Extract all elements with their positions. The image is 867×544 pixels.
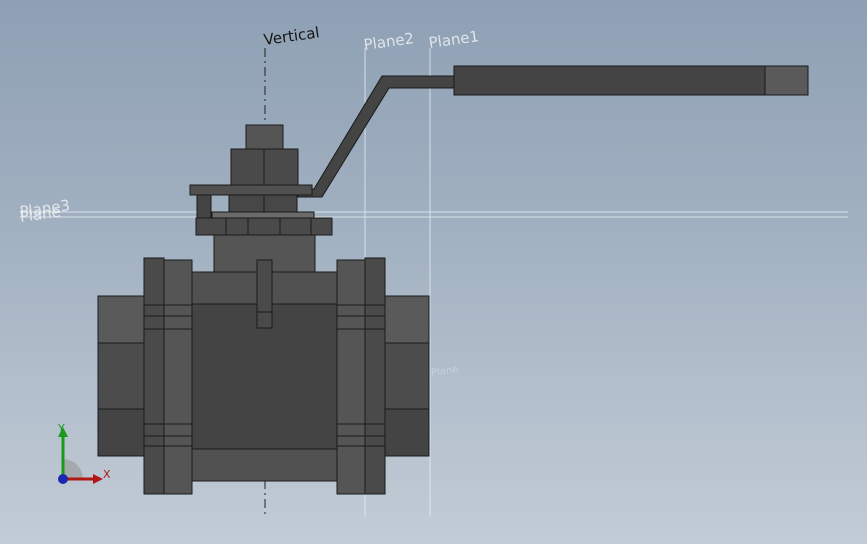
z-axis-dot <box>58 474 68 484</box>
graphics-viewport[interactable]: Vertical Plane2 Plane1 Plane3 Plane Plan… <box>0 0 867 544</box>
handle-arm <box>297 75 456 198</box>
ball-valve-model[interactable] <box>97 65 809 495</box>
handle-grip-cap <box>764 65 809 96</box>
left-inner-flange <box>163 259 193 495</box>
right-inner-flange <box>336 259 366 495</box>
y-axis-label: Y <box>58 422 65 435</box>
left-outer-flange <box>143 257 165 495</box>
model-canvas[interactable] <box>0 0 867 544</box>
handle-grip <box>453 65 767 96</box>
x-axis-label: X <box>103 468 111 481</box>
body-bottom-bolt <box>191 448 338 482</box>
stop-plate <box>189 184 313 196</box>
body-lug <box>256 259 273 329</box>
coordinate-triad: Y X <box>48 422 118 492</box>
bonnet-flange <box>211 211 315 219</box>
stem-top <box>245 124 284 150</box>
bonnet-bolts <box>195 217 333 236</box>
stem-lower-nut <box>228 194 298 213</box>
stop-pin <box>196 194 212 220</box>
right-outer-flange <box>364 257 386 495</box>
